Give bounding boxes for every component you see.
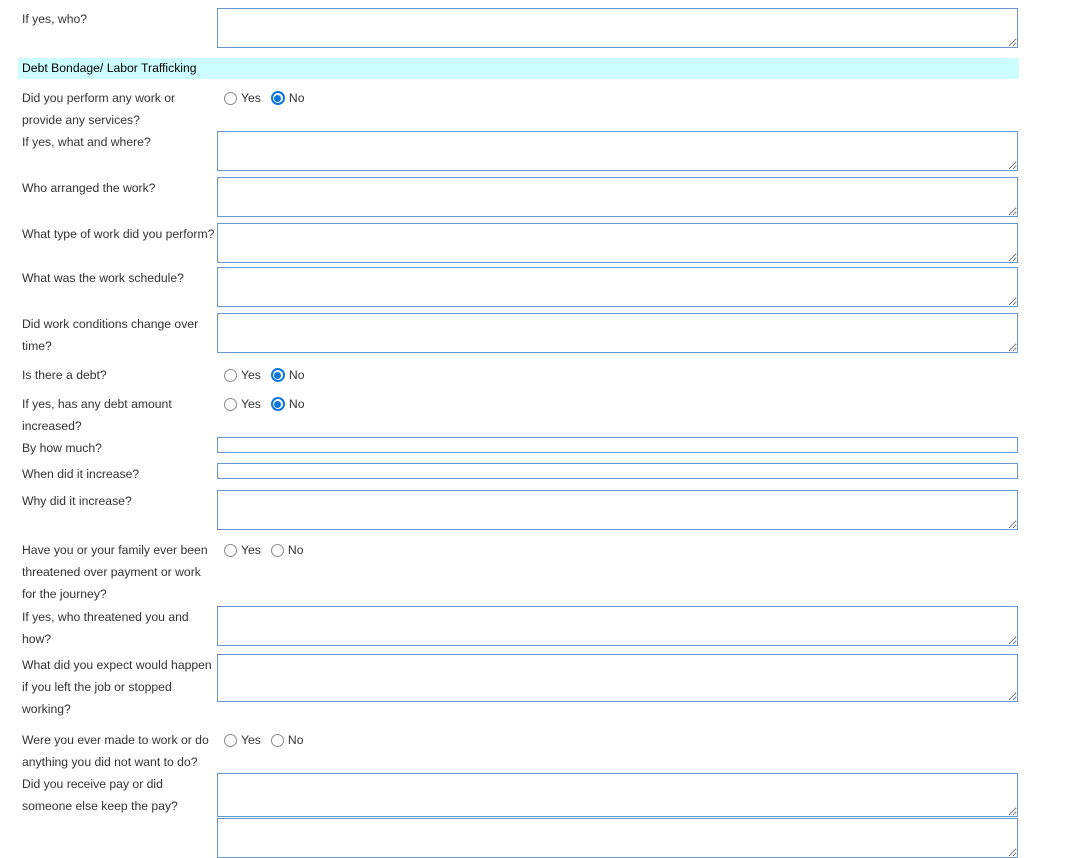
no-radio-label: No bbox=[287, 733, 304, 747]
radio-group: Yes No bbox=[217, 729, 1019, 751]
yes-radio[interactable] bbox=[224, 91, 237, 105]
field-control bbox=[217, 773, 1019, 817]
no-radio-label: No bbox=[288, 368, 305, 382]
by-how-much-input[interactable] bbox=[217, 437, 1018, 453]
who-threatened-textarea[interactable] bbox=[217, 606, 1018, 646]
yes-radio-label: Yes bbox=[241, 368, 261, 382]
form-row-why-increase: Why did it increase? bbox=[22, 490, 1019, 530]
field-control bbox=[217, 654, 1019, 702]
form-row-by-how-much: By how much? bbox=[22, 437, 1019, 459]
form-row-debt-increased: If yes, has any debt amount increased? Y… bbox=[22, 393, 1019, 437]
field-control bbox=[217, 267, 1019, 307]
no-radio[interactable] bbox=[270, 397, 285, 411]
field-control bbox=[217, 131, 1019, 171]
why-increase-textarea[interactable] bbox=[217, 490, 1018, 530]
yes-radio-label: Yes bbox=[241, 733, 261, 747]
form-row-if-yes-who: If yes, who? bbox=[22, 8, 1019, 48]
yes-radio[interactable] bbox=[224, 368, 237, 382]
form-row-threatened: Have you or your family ever been threat… bbox=[22, 539, 1019, 605]
partial-bottom-textarea[interactable] bbox=[217, 818, 1018, 858]
work-schedule-textarea[interactable] bbox=[217, 267, 1018, 307]
field-label: If yes, has any debt amount increased? bbox=[22, 397, 172, 433]
form-row-receive-pay: Did you receive pay or did someone else … bbox=[22, 773, 1019, 817]
field-label: If yes, who? bbox=[22, 12, 88, 26]
field-control: Yes No bbox=[217, 87, 1019, 109]
form-row-perform-work: Did you perform any work or provide any … bbox=[22, 87, 1019, 131]
form-row-who-threatened: If yes, who threatened you and how? bbox=[22, 606, 1019, 650]
receive-pay-textarea[interactable] bbox=[217, 773, 1018, 817]
yes-radio[interactable] bbox=[224, 397, 237, 411]
field-control: Yes No bbox=[217, 539, 1019, 561]
field-label: Did you receive pay or did someone else … bbox=[22, 777, 178, 813]
conditions-change-textarea[interactable] bbox=[217, 313, 1018, 353]
yes-radio-label: Yes bbox=[241, 91, 261, 105]
yes-radio[interactable] bbox=[224, 543, 237, 557]
yes-radio[interactable] bbox=[224, 733, 237, 747]
no-radio[interactable] bbox=[270, 543, 284, 557]
radio-group: Yes No bbox=[217, 364, 1019, 386]
field-label: When did it increase? bbox=[22, 467, 140, 481]
field-label: Were you ever made to work or do anythin… bbox=[22, 733, 209, 769]
form-row-type-of-work: What type of work did you perform? bbox=[22, 223, 1019, 263]
field-label: What did you expect would happen if you … bbox=[22, 658, 212, 716]
field-label: If yes, what and where? bbox=[22, 135, 151, 149]
field-label: Did you perform any work or provide any … bbox=[22, 91, 176, 127]
field-control bbox=[217, 437, 1019, 453]
form-row-what-and-where: If yes, what and where? bbox=[22, 131, 1019, 171]
field-control bbox=[217, 606, 1019, 646]
form-row-who-arranged: Who arranged the work? bbox=[22, 177, 1019, 217]
form-row-expect-happen: What did you expect would happen if you … bbox=[22, 654, 1019, 720]
who-arranged-textarea[interactable] bbox=[217, 177, 1018, 217]
what-and-where-textarea[interactable] bbox=[217, 131, 1018, 171]
form-row-when-increase: When did it increase? bbox=[22, 463, 1019, 485]
field-label: Did work conditions change over time? bbox=[22, 317, 199, 353]
field-control: Yes No bbox=[217, 729, 1019, 751]
field-control bbox=[217, 177, 1019, 217]
field-label: Who arranged the work? bbox=[22, 181, 156, 195]
field-control bbox=[217, 223, 1019, 263]
no-radio-label: No bbox=[288, 397, 305, 411]
field-label: What type of work did you perform? bbox=[22, 227, 215, 241]
yes-radio-label: Yes bbox=[241, 543, 261, 557]
no-radio[interactable] bbox=[270, 91, 285, 105]
radio-group: Yes No bbox=[217, 539, 1019, 561]
field-label: What was the work schedule? bbox=[22, 271, 184, 285]
if-yes-who-textarea[interactable] bbox=[217, 8, 1018, 48]
field-label: Have you or your family ever been threat… bbox=[22, 543, 208, 601]
when-increase-input[interactable] bbox=[217, 463, 1018, 479]
no-radio-label: No bbox=[288, 91, 305, 105]
radio-group: Yes No bbox=[217, 393, 1019, 415]
no-radio[interactable] bbox=[270, 368, 285, 382]
field-control: Yes No bbox=[217, 393, 1019, 415]
form-row-made-to-work: Were you ever made to work or do anythin… bbox=[22, 729, 1019, 773]
field-control bbox=[217, 818, 1019, 858]
field-control: Yes No bbox=[217, 364, 1019, 386]
type-of-work-textarea[interactable] bbox=[217, 223, 1018, 263]
no-radio-label: No bbox=[287, 543, 304, 557]
field-label: By how much? bbox=[22, 441, 102, 455]
section-header-debt-bondage: Debt Bondage/ Labor Trafficking bbox=[18, 58, 1019, 79]
field-control bbox=[217, 313, 1019, 353]
field-label: If yes, who threatened you and how? bbox=[22, 610, 189, 646]
trafficking-intake-form: If yes, who? Debt Bondage/ Labor Traffic… bbox=[0, 0, 1019, 858]
radio-group: Yes No bbox=[217, 87, 1019, 109]
form-row-partial-bottom bbox=[22, 818, 1019, 858]
expect-happen-textarea[interactable] bbox=[217, 654, 1018, 702]
form-row-is-there-debt: Is there a debt? Yes No bbox=[22, 364, 1019, 386]
no-radio[interactable] bbox=[270, 733, 284, 747]
field-control bbox=[217, 463, 1019, 479]
field-control bbox=[217, 490, 1019, 530]
field-control bbox=[217, 8, 1019, 48]
field-label: Is there a debt? bbox=[22, 368, 107, 382]
form-row-work-schedule: What was the work schedule? bbox=[22, 267, 1019, 307]
form-row-conditions-change: Did work conditions change over time? bbox=[22, 313, 1019, 357]
field-label: Why did it increase? bbox=[22, 494, 132, 508]
yes-radio-label: Yes bbox=[241, 397, 261, 411]
